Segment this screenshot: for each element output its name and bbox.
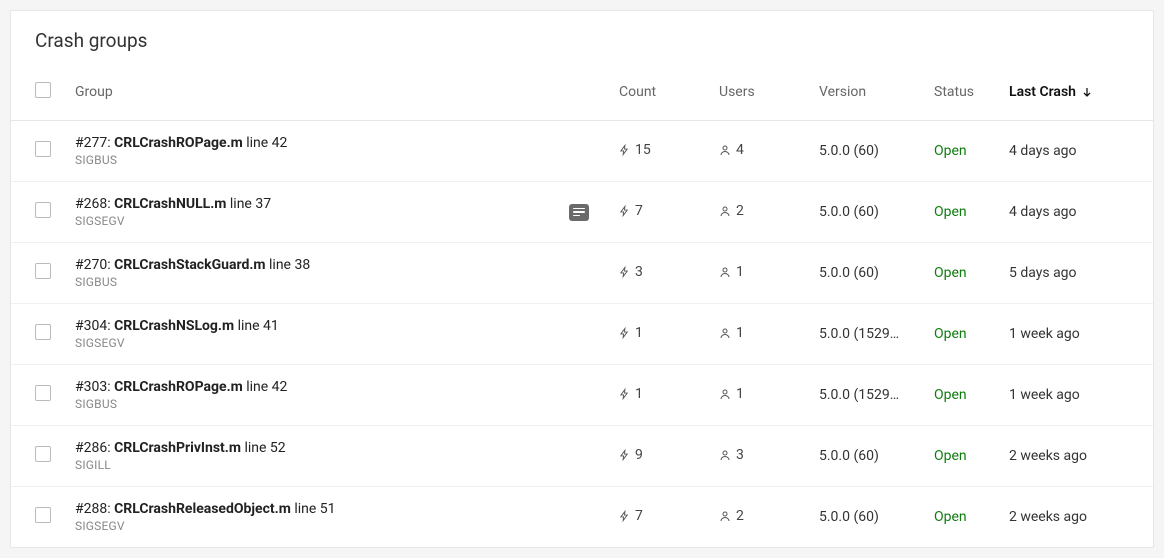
users-value: 1 <box>719 325 744 341</box>
user-icon <box>719 143 731 157</box>
table-row[interactable]: #303: CRLCrashROPage.m line 42SIGBUS115.… <box>11 365 1153 426</box>
last-crash-value: 1 week ago <box>1009 387 1129 403</box>
row-checkbox[interactable] <box>35 263 51 279</box>
column-header-count[interactable]: Count <box>619 84 719 100</box>
status-value: Open <box>934 448 1009 464</box>
crash-groups-panel: Crash groups Group Count Users Version S… <box>10 10 1154 548</box>
note-icon <box>569 204 589 221</box>
column-header-version[interactable]: Version <box>819 84 934 100</box>
bolt-icon <box>619 509 630 523</box>
version-value: 5.0.0 (60) <box>819 448 934 464</box>
table-row[interactable]: #270: CRLCrashStackGuard.m line 38 SIGBUS… <box>11 243 1153 304</box>
crash-group-title: #304: CRLCrashNSLog.m line 41 <box>75 318 619 334</box>
user-icon <box>719 509 731 523</box>
row-checkbox[interactable] <box>35 385 51 401</box>
users-value: 1 <box>719 386 744 402</box>
last-crash-value: 5 days ago <box>1009 265 1129 281</box>
bolt-icon <box>619 204 630 218</box>
user-icon <box>719 326 731 340</box>
user-icon <box>719 265 731 279</box>
crash-group-title: #268: CRLCrashNULL.m line 37 <box>75 196 559 212</box>
version-value: 5.0.0 (60) <box>819 204 934 220</box>
count-value: 1 <box>619 325 643 341</box>
table-row[interactable]: #304: CRLCrashNSLog.m line 41SIGSEGV115.… <box>11 304 1153 365</box>
status-value: Open <box>934 143 1009 159</box>
column-header-users[interactable]: Users <box>719 84 819 100</box>
crash-signal: SIGBUS <box>75 397 619 411</box>
bolt-icon <box>619 448 630 462</box>
crash-signal: SIGBUS <box>75 153 619 167</box>
bolt-icon <box>619 326 630 340</box>
last-crash-value: 2 weeks ago <box>1009 509 1129 525</box>
crash-signal: SIGSEGV <box>75 336 619 350</box>
row-checkbox[interactable] <box>35 446 51 462</box>
crash-group-title: #270: CRLCrashStackGuard.m line 38 <box>75 257 619 273</box>
last-crash-value: 4 days ago <box>1009 204 1129 220</box>
status-value: Open <box>934 326 1009 342</box>
status-value: Open <box>934 387 1009 403</box>
table-row[interactable]: #286: CRLCrashPrivInst.m line 52 SIGILL9 3… <box>11 426 1153 487</box>
table-row[interactable]: #268: CRLCrashNULL.m line 37 SIGSEGV 7 2 5.0… <box>11 182 1153 243</box>
version-value: 5.0.0 (60) <box>819 509 934 525</box>
version-value: 5.0.0 (60) <box>819 265 934 281</box>
row-checkbox[interactable] <box>35 507 51 523</box>
last-crash-value: 2 weeks ago <box>1009 448 1129 464</box>
count-value: 7 <box>619 508 643 524</box>
sort-descending-icon <box>1081 86 1093 98</box>
users-value: 4 <box>719 142 744 158</box>
status-value: Open <box>934 509 1009 525</box>
crash-signal: SIGSEGV <box>75 519 619 533</box>
count-value: 1 <box>619 386 643 402</box>
status-value: Open <box>934 204 1009 220</box>
users-value: 1 <box>719 264 744 280</box>
table-header: Group Count Users Version Status Last Cr… <box>11 60 1153 121</box>
version-value: 5.0.0 (1529… <box>819 326 934 342</box>
crash-group-title: #286: CRLCrashPrivInst.m line 52 <box>75 440 619 456</box>
column-header-status[interactable]: Status <box>934 84 1009 100</box>
row-checkbox[interactable] <box>35 324 51 340</box>
table-row[interactable]: #288: CRLCrashReleasedObject.m line 51 SI… <box>11 487 1153 547</box>
row-checkbox[interactable] <box>35 141 51 157</box>
user-icon <box>719 387 731 401</box>
bolt-icon <box>619 143 630 157</box>
version-value: 5.0.0 (1529… <box>819 387 934 403</box>
column-header-last-crash[interactable]: Last Crash <box>1009 84 1129 100</box>
crash-group-title: #277: CRLCrashROPage.m line 42 <box>75 135 619 151</box>
crash-signal: SIGBUS <box>75 275 619 289</box>
column-header-group[interactable]: Group <box>75 84 619 100</box>
column-header-last-label: Last Crash <box>1009 84 1076 100</box>
status-value: Open <box>934 265 1009 281</box>
count-value: 9 <box>619 447 643 463</box>
users-value: 2 <box>719 508 744 524</box>
select-all-checkbox[interactable] <box>35 82 51 98</box>
user-icon <box>719 448 731 462</box>
count-value: 15 <box>619 142 651 158</box>
users-value: 2 <box>719 203 744 219</box>
last-crash-value: 4 days ago <box>1009 143 1129 159</box>
bolt-icon <box>619 387 630 401</box>
last-crash-value: 1 week ago <box>1009 326 1129 342</box>
bolt-icon <box>619 265 630 279</box>
user-icon <box>719 204 731 218</box>
table-body: #277: CRLCrashROPage.m line 42SIGBUS1545… <box>11 121 1153 547</box>
users-value: 3 <box>719 447 744 463</box>
crash-signal: SIGSEGV <box>75 214 559 228</box>
panel-title: Crash groups <box>11 11 1153 60</box>
count-value: 3 <box>619 264 643 280</box>
count-value: 7 <box>619 203 643 219</box>
row-checkbox[interactable] <box>35 202 51 218</box>
table-row[interactable]: #277: CRLCrashROPage.m line 42 SIGBUS15 4 5… <box>11 121 1153 182</box>
crash-group-title: #288: CRLCrashReleasedObject.m line 51 <box>75 501 619 517</box>
crash-signal: SIGILL <box>75 458 619 472</box>
crash-group-title: #303: CRLCrashROPage.m line 42 <box>75 379 619 395</box>
version-value: 5.0.0 (60) <box>819 143 934 159</box>
